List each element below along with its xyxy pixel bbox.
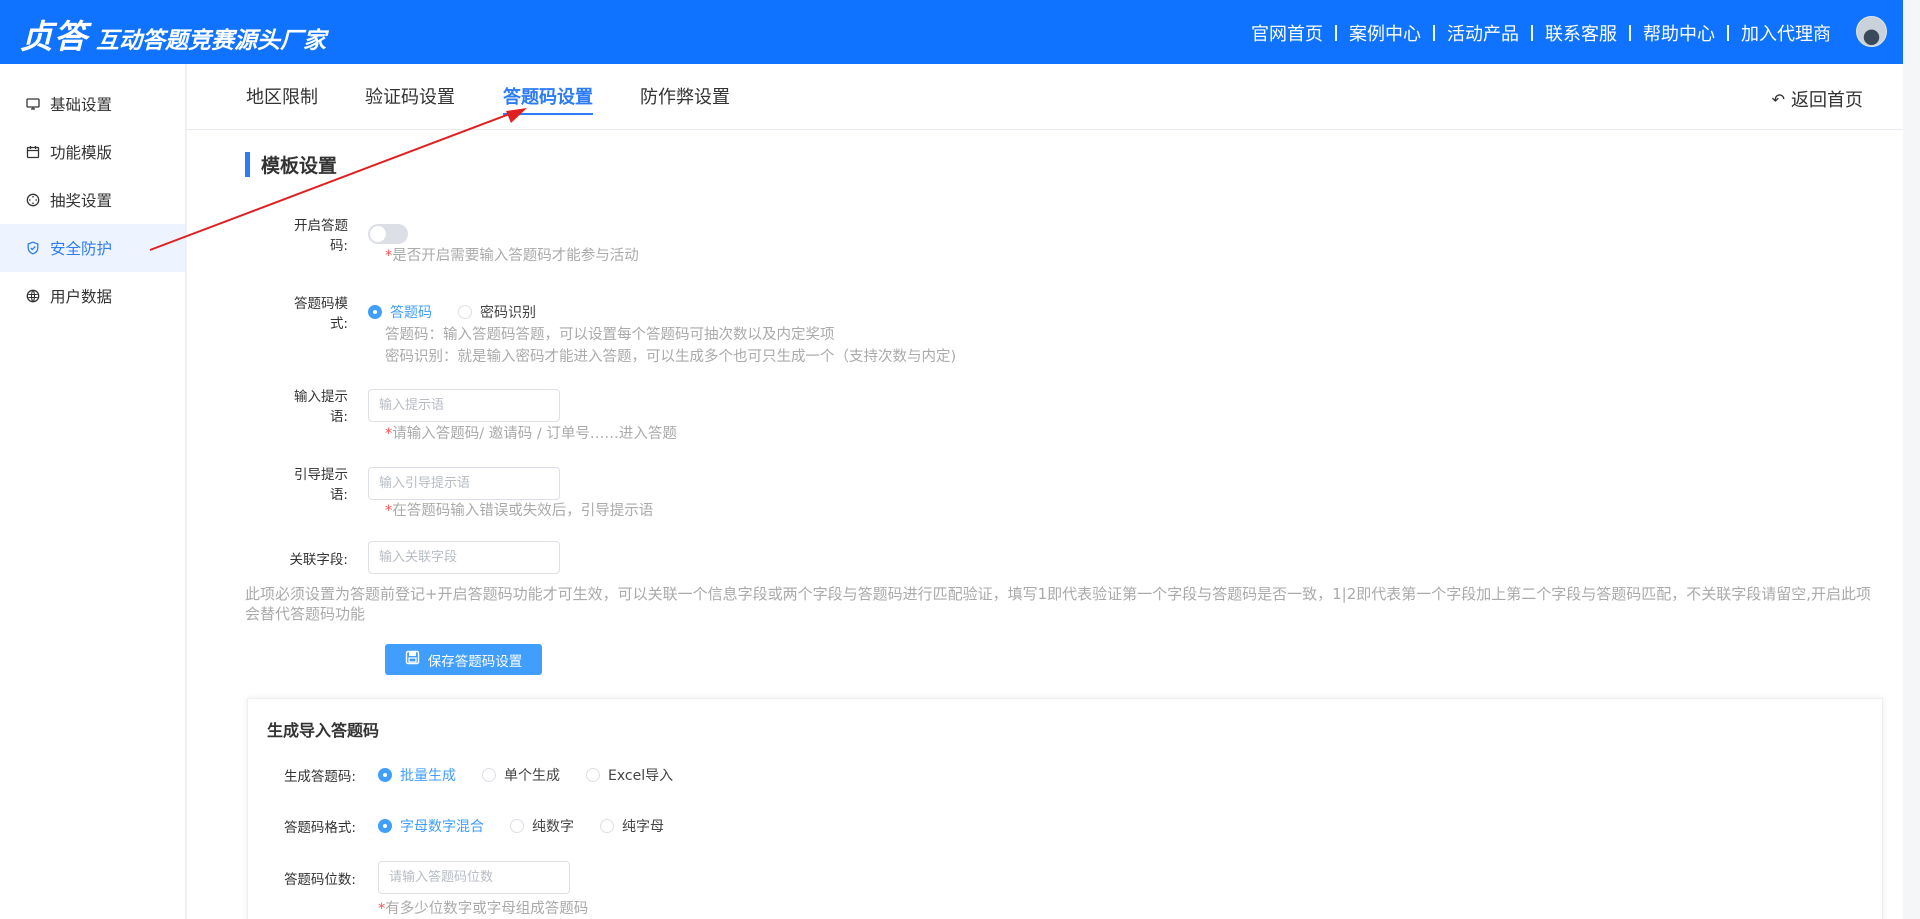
- calendar-icon: [26, 145, 40, 159]
- radio-label: 纯字母: [622, 819, 664, 835]
- radio-label: 批量生成: [400, 768, 456, 784]
- input-tip-hint: *请输入答题码/ 邀请码 / 订单号……进入答题: [385, 423, 677, 445]
- gen-radio-group: 批量生成 单个生成 Excel导入: [378, 765, 699, 785]
- gen-radio-excel[interactable]: Excel导入: [586, 765, 673, 785]
- nav-separator: [1531, 25, 1533, 41]
- generate-title: 生成导入答题码: [267, 721, 380, 740]
- gen-radio-batch[interactable]: 批量生成: [378, 765, 456, 785]
- tab-anti-cheat[interactable]: 防作弊设置: [640, 83, 730, 109]
- radio-label: Excel导入: [608, 768, 674, 784]
- generate-card: 生成导入答题码 生成答题码: 批量生成 单个生成 Excel导入 答题码格式: …: [247, 698, 1883, 919]
- mode-label: 答题码模式:: [294, 296, 348, 332]
- input-tip-label: 输入提示语:: [294, 389, 348, 425]
- compass-icon: [26, 193, 40, 207]
- guide-field[interactable]: [368, 466, 560, 500]
- field-note: 此项必须设置为答题前登记+开启答题码功能才可生效，可以关联一个信息字段或两个字段…: [245, 585, 1872, 623]
- top-header: 贞答 互动答题竞赛源头厂家 官网首页 案例中心 活动产品 联系客服 帮助中心 加…: [0, 0, 1903, 64]
- radio-dot: [482, 768, 496, 782]
- nav-support[interactable]: 联系客服: [1545, 20, 1617, 46]
- digits-input[interactable]: [378, 861, 570, 894]
- radio-dot: [458, 305, 472, 319]
- mode-desc-line: 密码识别：就是输入密码才能进入答题，可以生成多个也可只生成一个（支持次数与内定): [385, 349, 957, 365]
- nav-cases[interactable]: 案例中心: [1349, 20, 1421, 46]
- mode-radio-group: 答题码 密码识别: [368, 302, 562, 322]
- nav-agent[interactable]: 加入代理商: [1741, 20, 1831, 46]
- radio-label: 单个生成: [504, 768, 560, 784]
- sidebar-item-label: 安全防护: [50, 240, 113, 258]
- mode-radio-password[interactable]: 密码识别: [458, 302, 536, 322]
- input-tip-hint-text: 请输入答题码/ 邀请码 / 订单号……进入答题: [392, 426, 677, 442]
- radio-label: 纯数字: [532, 819, 574, 835]
- save-answer-code-button[interactable]: 保存答题码设置: [385, 644, 542, 675]
- undo-icon: ↶: [1771, 89, 1785, 109]
- back-home-label: 返回首页: [1791, 90, 1863, 111]
- format-label: 答题码格式:: [283, 820, 356, 836]
- shield-icon: [26, 241, 40, 255]
- nav-help[interactable]: 帮助中心: [1643, 20, 1715, 46]
- globe-icon: [26, 289, 40, 303]
- top-nav: 官网首页 案例中心 活动产品 联系客服 帮助中心 加入代理商: [1251, 20, 1831, 46]
- format-radio-mixed[interactable]: 字母数字混合: [378, 816, 484, 836]
- sidebar-item-label: 功能模版: [50, 144, 113, 162]
- mode-radio-answer-code[interactable]: 答题码: [368, 302, 432, 322]
- radio-label: 密码识别: [480, 305, 536, 321]
- logo-sub-text: 互动答题竞赛源头厂家: [96, 28, 326, 54]
- nav-home[interactable]: 官网首页: [1251, 20, 1323, 46]
- nav-separator: [1629, 25, 1631, 41]
- nav-products[interactable]: 活动产品: [1447, 20, 1519, 46]
- gen-radio-single[interactable]: 单个生成: [482, 765, 560, 785]
- field-label: 关联字段:: [289, 551, 348, 568]
- save-button-label: 保存答题码设置: [427, 653, 523, 670]
- radio-label: 字母数字混合: [400, 819, 484, 835]
- guide-hint: *在答题码输入错误或失效后，引导提示语: [385, 500, 653, 522]
- sidebar-item-users[interactable]: 用户数据: [0, 272, 185, 320]
- mode-desc-line: 答题码：输入答题码答题，可以设置每个答题码可抽次数以及内定奖项: [385, 327, 835, 343]
- format-radio-group: 字母数字混合 纯数字 纯字母: [378, 816, 690, 836]
- input-tip-row: 输入提示语:: [282, 385, 560, 425]
- input-tip-field[interactable]: [368, 388, 560, 422]
- save-icon: [405, 650, 420, 669]
- guide-label: 引导提示语:: [294, 467, 348, 503]
- field-row: 关联字段:: [282, 541, 560, 574]
- digits-label: 答题码位数:: [283, 871, 356, 888]
- mode-description: 答题码：输入答题码答题，可以设置每个答题码可抽次数以及内定奖项 密码识别：就是输…: [385, 324, 956, 368]
- format-radio-letters[interactable]: 纯字母: [600, 816, 664, 836]
- guide-hint-text: 在答题码输入错误或失效后，引导提示语: [392, 503, 654, 519]
- nav-separator: [1727, 25, 1729, 41]
- digits-row: 答题码位数:: [278, 861, 570, 894]
- sidebar-item-label: 用户数据: [50, 288, 113, 306]
- annotation-arrow: [149, 108, 527, 251]
- field-input[interactable]: [368, 541, 560, 574]
- sidebar-item-label: 基础设置: [50, 96, 113, 114]
- back-home-button[interactable]: ↶ 返回首页: [1772, 86, 1863, 112]
- format-row: 答题码格式: 字母数字混合 纯数字 纯字母: [278, 816, 690, 836]
- radio-label: 答题码: [390, 305, 432, 321]
- radio-dot: [510, 819, 524, 833]
- radio-dot: [378, 768, 392, 782]
- gen-row: 生成答题码: 批量生成 单个生成 Excel导入: [278, 765, 699, 785]
- nav-separator: [1335, 25, 1337, 41]
- digits-hint: *有多少位数字或字母组成答题码: [378, 898, 588, 919]
- guide-row: 引导提示语:: [282, 463, 560, 503]
- format-radio-digits[interactable]: 纯数字: [510, 816, 574, 836]
- radio-dot: [600, 819, 614, 833]
- gen-label: 生成答题码:: [283, 769, 356, 785]
- brand-logo[interactable]: 贞答 互动答题竞赛源头厂家: [20, 10, 326, 58]
- avatar[interactable]: [1856, 16, 1887, 47]
- app-frame: 贞答 互动答题竞赛源头厂家 官网首页 案例中心 活动产品 联系客服 帮助中心 加…: [0, 0, 1903, 919]
- radio-dot: [368, 305, 382, 319]
- radio-dot: [586, 768, 600, 782]
- nav-separator: [1433, 25, 1435, 41]
- radio-dot: [378, 819, 392, 833]
- sidebar-item-label: 抽奖设置: [50, 192, 113, 210]
- logo-main-text: 贞答: [20, 17, 88, 56]
- digits-hint-text: 有多少位数字或字母组成答题码: [385, 901, 589, 917]
- monitor-icon: [26, 97, 40, 111]
